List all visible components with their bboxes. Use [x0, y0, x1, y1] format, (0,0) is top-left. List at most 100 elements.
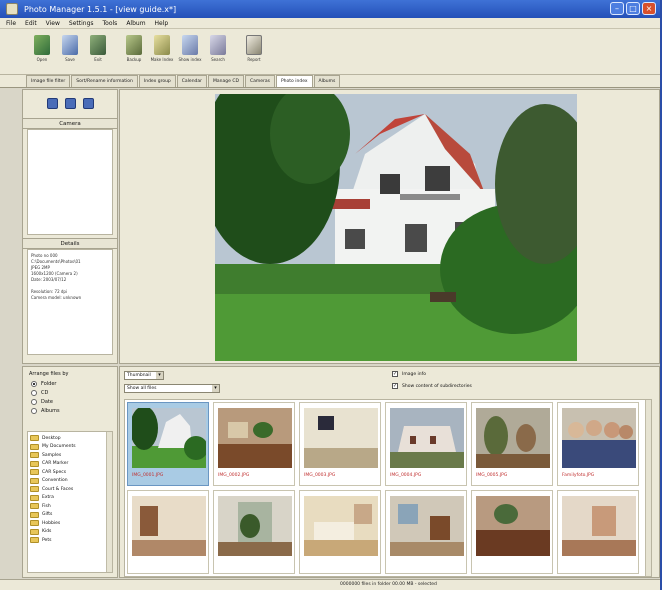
title-bar[interactable]: Photo Manager 1.5.1 - [view guide.x*] – …: [0, 0, 660, 18]
report-label: Report: [247, 57, 261, 62]
tree-scrollbar[interactable]: [106, 432, 112, 572]
window-title: Photo Manager 1.5.1 - [view guide.x*]: [24, 4, 177, 14]
show-subdirs-checkbox[interactable]: ✓ Show content of subdirectories: [392, 383, 472, 389]
tree-item[interactable]: Extra: [30, 494, 110, 503]
camera-settings-icon[interactable]: [82, 98, 94, 109]
search-icon: [210, 35, 226, 55]
thumbnail-image: [562, 408, 636, 468]
folder-icon: [30, 452, 39, 459]
thumbnail-image: [132, 408, 206, 468]
save-icon: [62, 35, 78, 55]
radio-cd[interactable]: CD: [23, 389, 117, 398]
open-label: Open: [36, 57, 48, 62]
menu-tools[interactable]: Tools: [103, 20, 118, 27]
chevron-down-icon: ▾: [156, 372, 163, 379]
save-label: Save: [65, 57, 75, 62]
exit-label: Exit: [94, 57, 102, 62]
thumbnail-caption: IMG_0002.JPG: [218, 473, 250, 478]
thumbnail-item[interactable]: IMG_0001.JPG: [127, 402, 209, 486]
tab-albums[interactable]: Albums: [313, 75, 341, 87]
file-filter-select[interactable]: Show all files ▾: [124, 384, 220, 393]
tree-item[interactable]: Kids: [30, 528, 110, 537]
tree-item-label: Court & Faces: [42, 486, 74, 492]
radio-albums[interactable]: Albums: [23, 407, 117, 416]
document-icon: [246, 35, 262, 55]
cameras-list[interactable]: [27, 129, 113, 235]
tab-image-file-filter[interactable]: Image file filter: [26, 75, 71, 87]
camera-import-icon[interactable]: [64, 98, 76, 109]
minimize-button[interactable]: –: [610, 2, 624, 15]
report-button[interactable]: Report: [242, 35, 266, 62]
menu-album[interactable]: Album: [126, 20, 145, 27]
menu-file[interactable]: File: [6, 20, 16, 27]
tree-item[interactable]: Desktop: [30, 434, 110, 443]
menu-view[interactable]: View: [46, 20, 60, 27]
maximize-button[interactable]: □: [626, 2, 640, 15]
thumbnail-item[interactable]: [299, 490, 381, 574]
thumbnail-size-value: Thumbnail: [127, 373, 151, 378]
thumbnail-item[interactable]: IMG_0003.JPG: [299, 402, 381, 486]
tab-index-group[interactable]: Index group: [138, 75, 176, 87]
toolbar: Open Save Exit Backup Make Index Show in…: [0, 29, 660, 75]
thumbnail-item[interactable]: [213, 490, 295, 574]
thumbnail-item[interactable]: IMG_0005.JPG: [471, 402, 553, 486]
tree-item[interactable]: Hobbies: [30, 519, 110, 528]
thumbnail-image: [562, 496, 636, 556]
tab-sort-rename[interactable]: Sort/Rename information: [71, 75, 138, 87]
tab-photo-index[interactable]: Photo index: [275, 75, 313, 87]
image-info-checkbox[interactable]: ✓ Image info: [392, 371, 426, 377]
make-index-icon: [154, 35, 170, 55]
thumbnail-size-select[interactable]: Thumbnail ▾: [124, 371, 164, 380]
radio-date[interactable]: Date: [23, 398, 117, 407]
thumbnail-item[interactable]: [557, 490, 639, 574]
tree-item[interactable]: Convention: [30, 477, 110, 486]
tab-manage-cd[interactable]: Manage CD: [208, 75, 244, 87]
folder-icon: [30, 469, 39, 476]
tab-cameras[interactable]: Cameras: [244, 75, 275, 87]
folder-icon: [30, 443, 39, 450]
exit-button[interactable]: Exit: [86, 35, 110, 62]
tree-item-label: Gifts: [42, 512, 53, 518]
exit-icon: [90, 35, 106, 55]
close-button[interactable]: ×: [642, 2, 656, 15]
make-index-button[interactable]: Make Index: [150, 35, 174, 62]
menu-help[interactable]: Help: [155, 20, 169, 27]
tree-item[interactable]: CAR Specs: [30, 468, 110, 477]
thumbnail-grid[interactable]: IMG_0001.JPG IMG_0002.JPG IMG_0003.JPG I…: [124, 399, 652, 577]
save-button[interactable]: Save: [58, 35, 82, 62]
thumbnail-scrollbar[interactable]: [645, 400, 651, 576]
menu-settings[interactable]: Settings: [69, 20, 94, 27]
search-button[interactable]: Search: [206, 35, 230, 62]
folder-open-icon: [34, 35, 50, 55]
camera-icon[interactable]: [46, 98, 58, 109]
open-button[interactable]: Open: [30, 35, 54, 62]
tab-calendar[interactable]: Calendar: [176, 75, 208, 87]
tree-item[interactable]: My Documents: [30, 443, 110, 452]
tree-item[interactable]: Court & Faces: [30, 485, 110, 494]
radio-indicator: [31, 381, 37, 387]
tree-item[interactable]: Gifts: [30, 511, 110, 520]
menu-edit[interactable]: Edit: [25, 20, 37, 27]
thumbnail-item[interactable]: IMG_0002.JPG: [213, 402, 295, 486]
show-index-button[interactable]: Show index: [178, 35, 202, 62]
thumbnail-caption: IMG_0004.JPG: [390, 473, 422, 478]
folder-tree[interactable]: Desktop My Documents Samples CAR Marker …: [27, 431, 113, 573]
thumbnail-item[interactable]: Familyfoto.JPG: [557, 402, 639, 486]
app-icon: [6, 3, 18, 15]
radio-folder[interactable]: Folder: [23, 380, 117, 389]
tree-item[interactable]: CAR Marker: [30, 460, 110, 469]
checkbox-label: Image info: [402, 371, 426, 377]
arrange-panel: Arrange files by Folder CD Date Albums D…: [22, 366, 118, 578]
photo-preview[interactable]: [215, 94, 577, 361]
tree-item[interactable]: Fish: [30, 502, 110, 511]
thumbnail-item[interactable]: [385, 490, 467, 574]
thumbnail-caption: IMG_0001.JPG: [132, 473, 164, 478]
tree-item-label: Samples: [42, 452, 62, 458]
backup-button[interactable]: Backup: [122, 35, 146, 62]
folder-icon: [30, 460, 39, 467]
tree-item[interactable]: Samples: [30, 451, 110, 460]
thumbnail-item[interactable]: [127, 490, 209, 574]
thumbnail-item[interactable]: IMG_0004.JPG: [385, 402, 467, 486]
thumbnail-item[interactable]: [471, 490, 553, 574]
tree-item[interactable]: Pets: [30, 536, 110, 545]
